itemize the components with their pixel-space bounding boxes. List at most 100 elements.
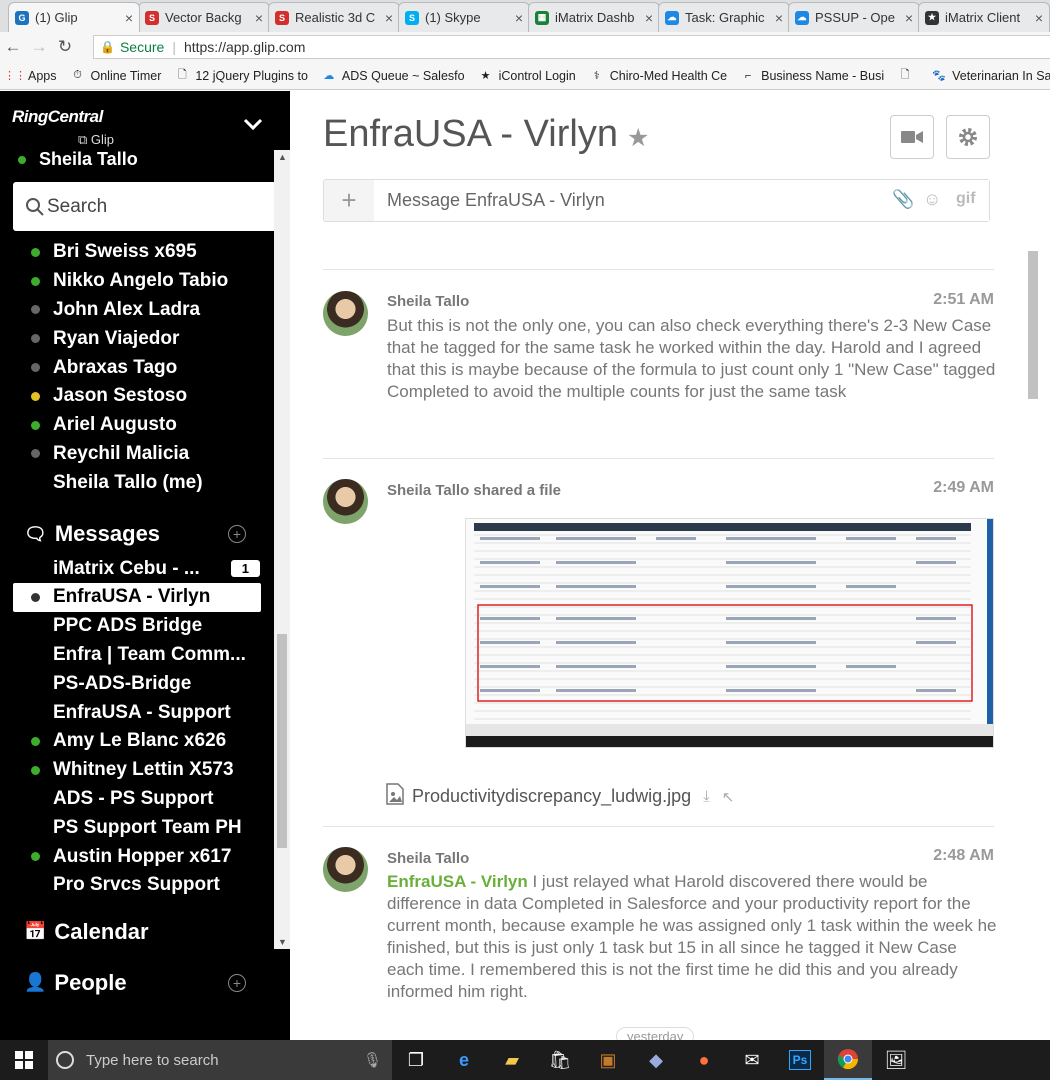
taskbar-search[interactable]: Type here to search 🎙 xyxy=(48,1040,392,1080)
bookmark-item[interactable]: 🐾 Veterinarian In San D xyxy=(932,69,1050,83)
sidebar-item[interactable]: Ryan Viajedor xyxy=(0,324,274,353)
sidebar-section-header[interactable]: 🗨 Messages + xyxy=(0,514,274,554)
message-item: Sheila Tallo 2:48 AM EnfraUSA - Virlyn I… xyxy=(323,847,997,1027)
bookmark-item[interactable]: ⋮⋮ Apps xyxy=(4,69,57,83)
sidebar-item[interactable]: John Alex Ladra xyxy=(0,296,274,325)
message-sender[interactable]: Sheila Tallo shared a file xyxy=(387,482,561,499)
sidebar-item[interactable]: Enfra | Team Comm... xyxy=(0,641,274,670)
sidebar-item[interactable]: Sheila Tallo (me) xyxy=(0,468,274,497)
close-tab-icon[interactable]: × xyxy=(905,10,913,26)
bookmark-item[interactable]: ⚕ Chiro-Med Health Ce xyxy=(590,69,727,83)
address-bar[interactable]: 🔒 Secure | https://app.glip.com xyxy=(93,35,1050,59)
conversation-scroll-thumb[interactable] xyxy=(1028,251,1038,399)
app-icon[interactable]: ◆ xyxy=(632,1040,680,1080)
sidebar-item[interactable]: PS-ADS-Bridge xyxy=(0,669,274,698)
photos-icon[interactable]: 🖼 xyxy=(872,1040,920,1080)
forward-icon[interactable]: → xyxy=(26,37,52,57)
paperclip-icon[interactable]: 📎 xyxy=(892,189,914,210)
close-tab-icon[interactable]: × xyxy=(645,10,653,26)
browser-tab[interactable]: ★ iMatrix Client × xyxy=(918,2,1050,32)
chevron-down-icon[interactable] xyxy=(243,117,263,135)
store-icon[interactable]: 🛍 xyxy=(536,1040,584,1080)
sidebar-item[interactable]: Nikko Angelo Tabio xyxy=(0,267,274,296)
current-user[interactable]: Sheila Tallo xyxy=(18,149,138,170)
sidebar-section-header[interactable]: 📅 Calendar xyxy=(0,912,274,952)
file-explorer-icon[interactable]: ▰ xyxy=(488,1040,536,1080)
mail-icon[interactable]: ✉ xyxy=(728,1040,776,1080)
photoshop-icon[interactable]: Ps xyxy=(776,1040,824,1080)
sidebar-item[interactable]: Amy Le Blanc x626 xyxy=(0,727,274,756)
add-attachment-button[interactable]: + xyxy=(324,180,374,221)
open-external-icon[interactable]: ↖ xyxy=(722,788,735,806)
close-tab-icon[interactable]: × xyxy=(775,10,783,26)
sidebar-item[interactable]: Abraxas Tago xyxy=(0,353,274,382)
settings-button[interactable] xyxy=(946,115,990,159)
browser-tab[interactable]: S Vector Backg × xyxy=(138,2,270,32)
message-sender[interactable]: Sheila Tallo xyxy=(387,293,469,310)
message-sender[interactable]: Sheila Tallo xyxy=(387,850,469,867)
sidebar-item[interactable]: Jason Sestoso xyxy=(0,382,274,411)
close-tab-icon[interactable]: × xyxy=(125,10,133,26)
sidebar-item-label: Bri Sweiss x695 xyxy=(53,241,197,263)
bookmark-item[interactable]: ☁ ADS Queue ~ Salesfo xyxy=(322,69,464,83)
sidebar-item[interactable]: Pro Srvcs Support xyxy=(0,871,274,900)
browser-tab[interactable]: ☁ Task: Graphic × xyxy=(658,2,790,32)
sidebar-scroll-thumb[interactable] xyxy=(277,634,287,848)
microphone-icon[interactable]: 🎙 xyxy=(363,1051,382,1069)
bookmark-item[interactable]: ⏱ Online Timer xyxy=(71,69,161,83)
avatar[interactable] xyxy=(323,479,368,524)
back-icon[interactable]: ← xyxy=(0,37,26,57)
search-input[interactable]: Search xyxy=(13,182,279,231)
close-tab-icon[interactable]: × xyxy=(1035,10,1043,26)
reload-icon[interactable]: ↻ xyxy=(52,37,78,57)
star-icon[interactable]: ★ xyxy=(627,123,649,153)
add-icon[interactable]: + xyxy=(228,525,246,544)
status-dot xyxy=(18,155,26,164)
sidebar-item[interactable]: iMatrix Cebu - ... 1 xyxy=(0,554,274,583)
sidebar-item[interactable]: PS Support Team PH xyxy=(0,813,274,842)
mention-link[interactable]: EnfraUSA - Virlyn xyxy=(387,872,528,891)
windows-start-icon[interactable] xyxy=(0,1040,48,1080)
sidebar-item[interactable]: ADS - PS Support xyxy=(0,785,274,814)
file-name[interactable]: Productivitydiscrepancy_ludwig.jpg xyxy=(412,786,691,807)
add-icon[interactable]: + xyxy=(228,973,246,992)
browser-tab[interactable]: ▦ iMatrix Dashb × xyxy=(528,2,660,32)
sidebar-item[interactable]: Whitney Lettin X573 xyxy=(0,756,274,785)
bookmark-item[interactable]: ★ iControl Login xyxy=(479,69,576,83)
avatar[interactable] xyxy=(323,847,368,892)
shared-image-thumbnail[interactable] xyxy=(465,518,994,748)
app-icon[interactable]: ▣ xyxy=(584,1040,632,1080)
file-attachment[interactable]: Productivitydiscrepancy_ludwig.jpg ⤓ ↖ xyxy=(386,783,734,810)
task-view-icon[interactable]: ❐ xyxy=(392,1040,440,1080)
sidebar-item[interactable]: Ariel Augusto xyxy=(0,411,274,440)
browser-tab[interactable]: ☁ PSSUP - Ope × xyxy=(788,2,920,32)
sidebar-section-header[interactable]: 👤 People + xyxy=(0,963,274,1003)
browser-tab[interactable]: G (1) Glip × xyxy=(8,2,140,32)
bookmark-item[interactable]: 🗋 xyxy=(898,69,918,83)
conversation-scrollbar[interactable] xyxy=(1025,241,1041,1040)
cloud-icon: ☁ xyxy=(323,70,335,82)
close-tab-icon[interactable]: × xyxy=(515,10,523,26)
close-tab-icon[interactable]: × xyxy=(385,10,393,26)
sidebar-item[interactable]: Austin Hopper x617 xyxy=(0,842,274,871)
sidebar-scrollbar[interactable]: ▲ ▼ xyxy=(274,150,290,949)
sidebar-item[interactable]: Bri Sweiss x695 xyxy=(0,238,274,267)
close-tab-icon[interactable]: × xyxy=(255,10,263,26)
download-icon[interactable]: ⤓ xyxy=(703,788,710,805)
edge-icon[interactable]: e xyxy=(440,1040,488,1080)
sidebar-item[interactable]: EnfraUSA - Virlyn xyxy=(13,582,261,612)
gif-button[interactable]: gif xyxy=(956,190,976,208)
video-call-button[interactable] xyxy=(890,115,934,159)
firefox-icon[interactable]: ● xyxy=(680,1040,728,1080)
emoji-icon[interactable]: ☺ xyxy=(923,189,941,210)
message-item: Sheila Tallo 2:51 AM But this is not the… xyxy=(323,291,995,451)
sidebar-item[interactable]: PPC ADS Bridge xyxy=(0,612,274,641)
bookmark-item[interactable]: 🗋 12 jQuery Plugins to xyxy=(175,69,308,83)
browser-tab[interactable]: S (1) Skype × xyxy=(398,2,530,32)
chrome-icon[interactable] xyxy=(824,1040,872,1080)
avatar[interactable] xyxy=(323,291,368,336)
sidebar-item[interactable]: Reychil Malicia xyxy=(0,440,274,469)
sidebar-item[interactable]: EnfraUSA - Support xyxy=(0,698,274,727)
browser-tab[interactable]: S Realistic 3d C × xyxy=(268,2,400,32)
bookmark-item[interactable]: ⌐ Business Name - Busi xyxy=(741,69,884,83)
